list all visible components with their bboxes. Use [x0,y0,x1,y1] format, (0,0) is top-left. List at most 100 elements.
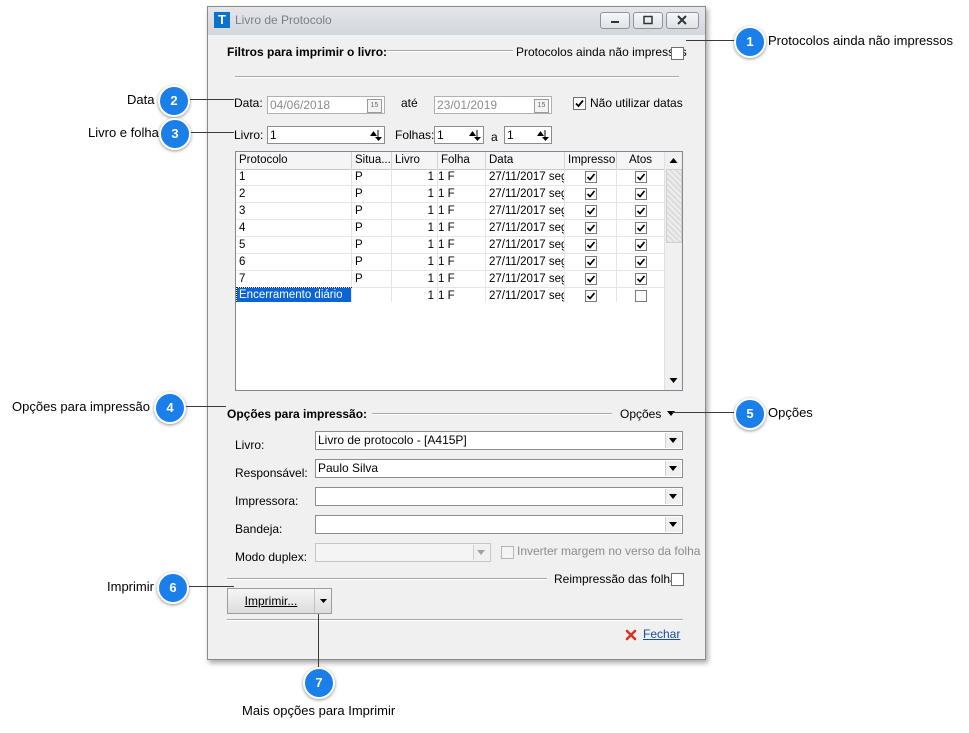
print-book-select[interactable]: Livro de protocolo - [A415P] [315,431,683,450]
cell-protocolo[interactable]: 6 [236,254,352,270]
dropdown-button[interactable] [665,489,681,504]
table-row[interactable]: 1P11 F 27/11/2017 seg [236,169,665,186]
column-header-protocolo[interactable]: Protocolo [236,152,352,169]
spinner-arrows-icon[interactable] [467,128,482,142]
cell-folha[interactable]: 1 F [438,271,486,287]
cell-situacao[interactable]: P [352,186,392,202]
cell-situacao[interactable]: P [352,237,392,253]
cell-livro[interactable]: 1 [392,186,438,202]
dropdown-button[interactable] [473,545,489,560]
table-row[interactable]: 2P11 F 27/11/2017 seg [236,186,665,203]
print-button[interactable]: Imprimir... [228,589,314,613]
table-row[interactable]: 3P11 F 27/11/2017 seg [236,203,665,220]
reprint-checkbox[interactable] [671,573,684,586]
scroll-down-button[interactable] [666,373,681,388]
cell-livro[interactable]: 1 [392,254,438,270]
cell-atos[interactable] [617,237,665,253]
acts-checkbox[interactable] [635,290,647,302]
cell-situacao[interactable]: P [352,169,392,185]
spinner-arrows-icon[interactable] [368,128,383,142]
book-filter-spinner[interactable]: 1 [267,126,385,144]
cell-data[interactable]: 27/11/2017 seg [486,169,565,185]
column-header-folha[interactable]: Folha [438,152,486,169]
scroll-thumb[interactable] [666,169,682,243]
tray-select[interactable] [315,515,683,534]
cell-impresso[interactable] [565,186,617,202]
cell-impresso[interactable] [565,237,617,253]
column-header-data[interactable]: Data [486,152,565,169]
cell-situacao[interactable]: P [352,254,392,270]
cell-protocolo[interactable]: 3 [236,203,352,219]
no-dates-checkbox[interactable] [573,97,586,110]
cell-data[interactable]: 27/11/2017 seg [486,237,565,253]
unprinted-protocols-checkbox[interactable] [671,47,684,60]
table-row[interactable]: 7P11 F 27/11/2017 seg [236,271,665,288]
column-header-situacao[interactable]: Situa... [352,152,392,169]
cell-livro[interactable]: 1 [392,220,438,236]
cell-folha[interactable]: 1 F [438,186,486,202]
acts-checkbox[interactable] [635,273,647,285]
printer-select[interactable] [315,487,683,506]
page-to-spinner[interactable]: 1 [504,126,552,144]
cell-situacao[interactable]: P [352,271,392,287]
cell-protocolo[interactable]: 5 [236,237,352,253]
grid-vertical-scrollbar[interactable] [664,152,682,390]
cell-impresso[interactable] [565,271,617,287]
invert-margin-checkbox[interactable] [501,546,514,559]
column-header-atos[interactable]: Atos [617,152,665,169]
cell-atos[interactable] [617,220,665,236]
acts-checkbox[interactable] [635,188,647,200]
cell-protocolo[interactable]: 1 [236,169,352,185]
cell-livro[interactable]: 1 [392,169,438,185]
acts-checkbox[interactable] [635,205,647,217]
table-row[interactable]: 4P11 F 27/11/2017 seg [236,220,665,237]
date-to-field[interactable]: 23/01/2019 15 [434,96,552,114]
cell-protocolo[interactable]: 4 [236,220,352,236]
calendar-icon[interactable]: 15 [367,99,382,113]
title-bar[interactable]: T Livro de Protocolo [208,7,705,35]
acts-checkbox[interactable] [635,239,647,251]
table-row[interactable]: 6P11 F 27/11/2017 seg [236,254,665,271]
close-window-button[interactable] [666,12,699,29]
cell-data[interactable]: 27/11/2017 seg [486,203,565,219]
calendar-icon[interactable]: 15 [534,99,549,113]
cell-atos[interactable] [617,271,665,287]
cell-data[interactable]: 27/11/2017 seg [486,271,565,287]
cell-folha[interactable]: 1 F [438,203,486,219]
cell-data[interactable]: 27/11/2017 seg [486,220,565,236]
cell-impresso[interactable] [565,169,617,185]
cell-livro[interactable]: 1 [392,271,438,287]
maximize-button[interactable] [633,12,663,29]
cell-livro[interactable]: 1 [392,237,438,253]
cell-folha[interactable]: 1 F [438,254,486,270]
page-from-spinner[interactable]: 1 [434,126,484,144]
column-header-livro[interactable]: Livro [392,152,438,169]
protocol-grid[interactable]: Protocolo Situa... Livro Folha Data Impr… [235,151,683,391]
printed-checkbox[interactable] [585,273,597,285]
printed-checkbox[interactable] [585,256,597,268]
cell-protocolo[interactable]: 7 [236,271,352,287]
cell-impresso[interactable] [565,203,617,219]
cell-atos[interactable] [617,203,665,219]
printed-checkbox[interactable] [585,171,597,183]
cell-atos[interactable] [617,169,665,185]
cell-data[interactable]: 27/11/2017 seg [486,186,565,202]
cell-folha[interactable]: 1 F [438,169,486,185]
cell-atos[interactable] [617,186,665,202]
dropdown-button[interactable] [665,461,681,476]
cell-impresso[interactable] [565,254,617,270]
responsible-select[interactable]: Paulo Silva [315,459,683,478]
printed-checkbox[interactable] [585,239,597,251]
dropdown-button[interactable] [665,517,681,532]
dropdown-button[interactable] [665,433,681,448]
printed-checkbox[interactable] [585,222,597,234]
date-from-field[interactable]: 04/06/2018 15 [267,96,385,114]
options-menu-button[interactable]: Opções [620,407,676,421]
cell-protocolo[interactable]: 2 [236,186,352,202]
spinner-arrows-icon[interactable] [535,128,550,142]
acts-checkbox[interactable] [635,171,647,183]
printed-checkbox[interactable] [585,188,597,200]
cell-situacao[interactable]: P [352,220,392,236]
minimize-button[interactable] [600,12,630,29]
cell-situacao[interactable]: P [352,203,392,219]
